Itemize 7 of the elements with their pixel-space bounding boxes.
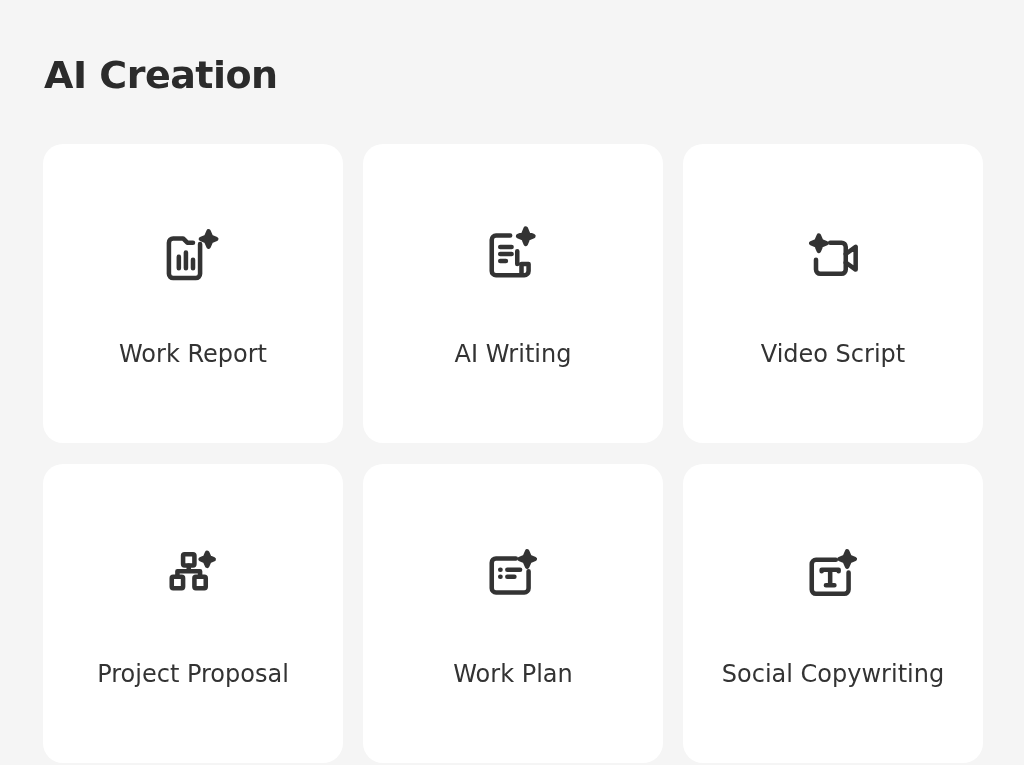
creation-card[interactable]: Project Proposal (43, 464, 343, 763)
creation-card[interactable]: AI Writing (363, 144, 663, 443)
creation-card[interactable]: Video Script (683, 144, 983, 443)
creation-card[interactable]: Work Plan (363, 464, 663, 763)
creation-card[interactable]: Work Report (43, 144, 343, 443)
section-title: AI Creation (44, 52, 279, 99)
creation-card[interactable]: Social Copywriting (683, 464, 983, 763)
